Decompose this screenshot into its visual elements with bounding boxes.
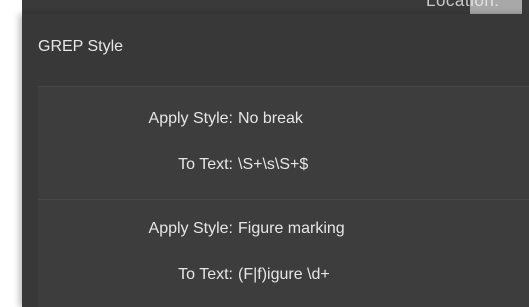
panel-title: GREP Style — [38, 38, 124, 55]
grep-style-panel: GREP Style Apply Style: No break To Text… — [22, 14, 529, 307]
apply-style-value[interactable]: No break — [238, 110, 303, 128]
grep-rule-2[interactable]: Apply Style: Figure marking To Text: (F|… — [38, 199, 529, 307]
to-text-label: To Text: — [178, 266, 233, 283]
apply-style-value[interactable]: Figure marking — [238, 220, 345, 238]
grep-rule-1[interactable]: Apply Style: No break To Text: \S+\s\S+$ — [38, 86, 529, 199]
to-text-value[interactable]: (F|f)igure \d+ — [238, 266, 330, 284]
apply-style-label: Apply Style: — [148, 220, 233, 237]
apply-style-row: Apply Style: No break — [38, 107, 529, 133]
screen: Location: GREP Style Apply Style: No bre… — [0, 0, 529, 307]
apply-style-row: Apply Style: Figure marking — [38, 217, 529, 243]
to-text-row: To Text: (F|f)igure \d+ — [38, 263, 529, 289]
apply-style-label: Apply Style: — [148, 110, 233, 127]
to-text-value[interactable]: \S+\s\S+$ — [238, 156, 308, 174]
to-text-row: To Text: \S+\s\S+$ — [38, 153, 529, 179]
to-text-label: To Text: — [178, 156, 233, 173]
top-panel-strip: Location: — [22, 0, 529, 14]
highlight-patch — [470, 0, 522, 14]
